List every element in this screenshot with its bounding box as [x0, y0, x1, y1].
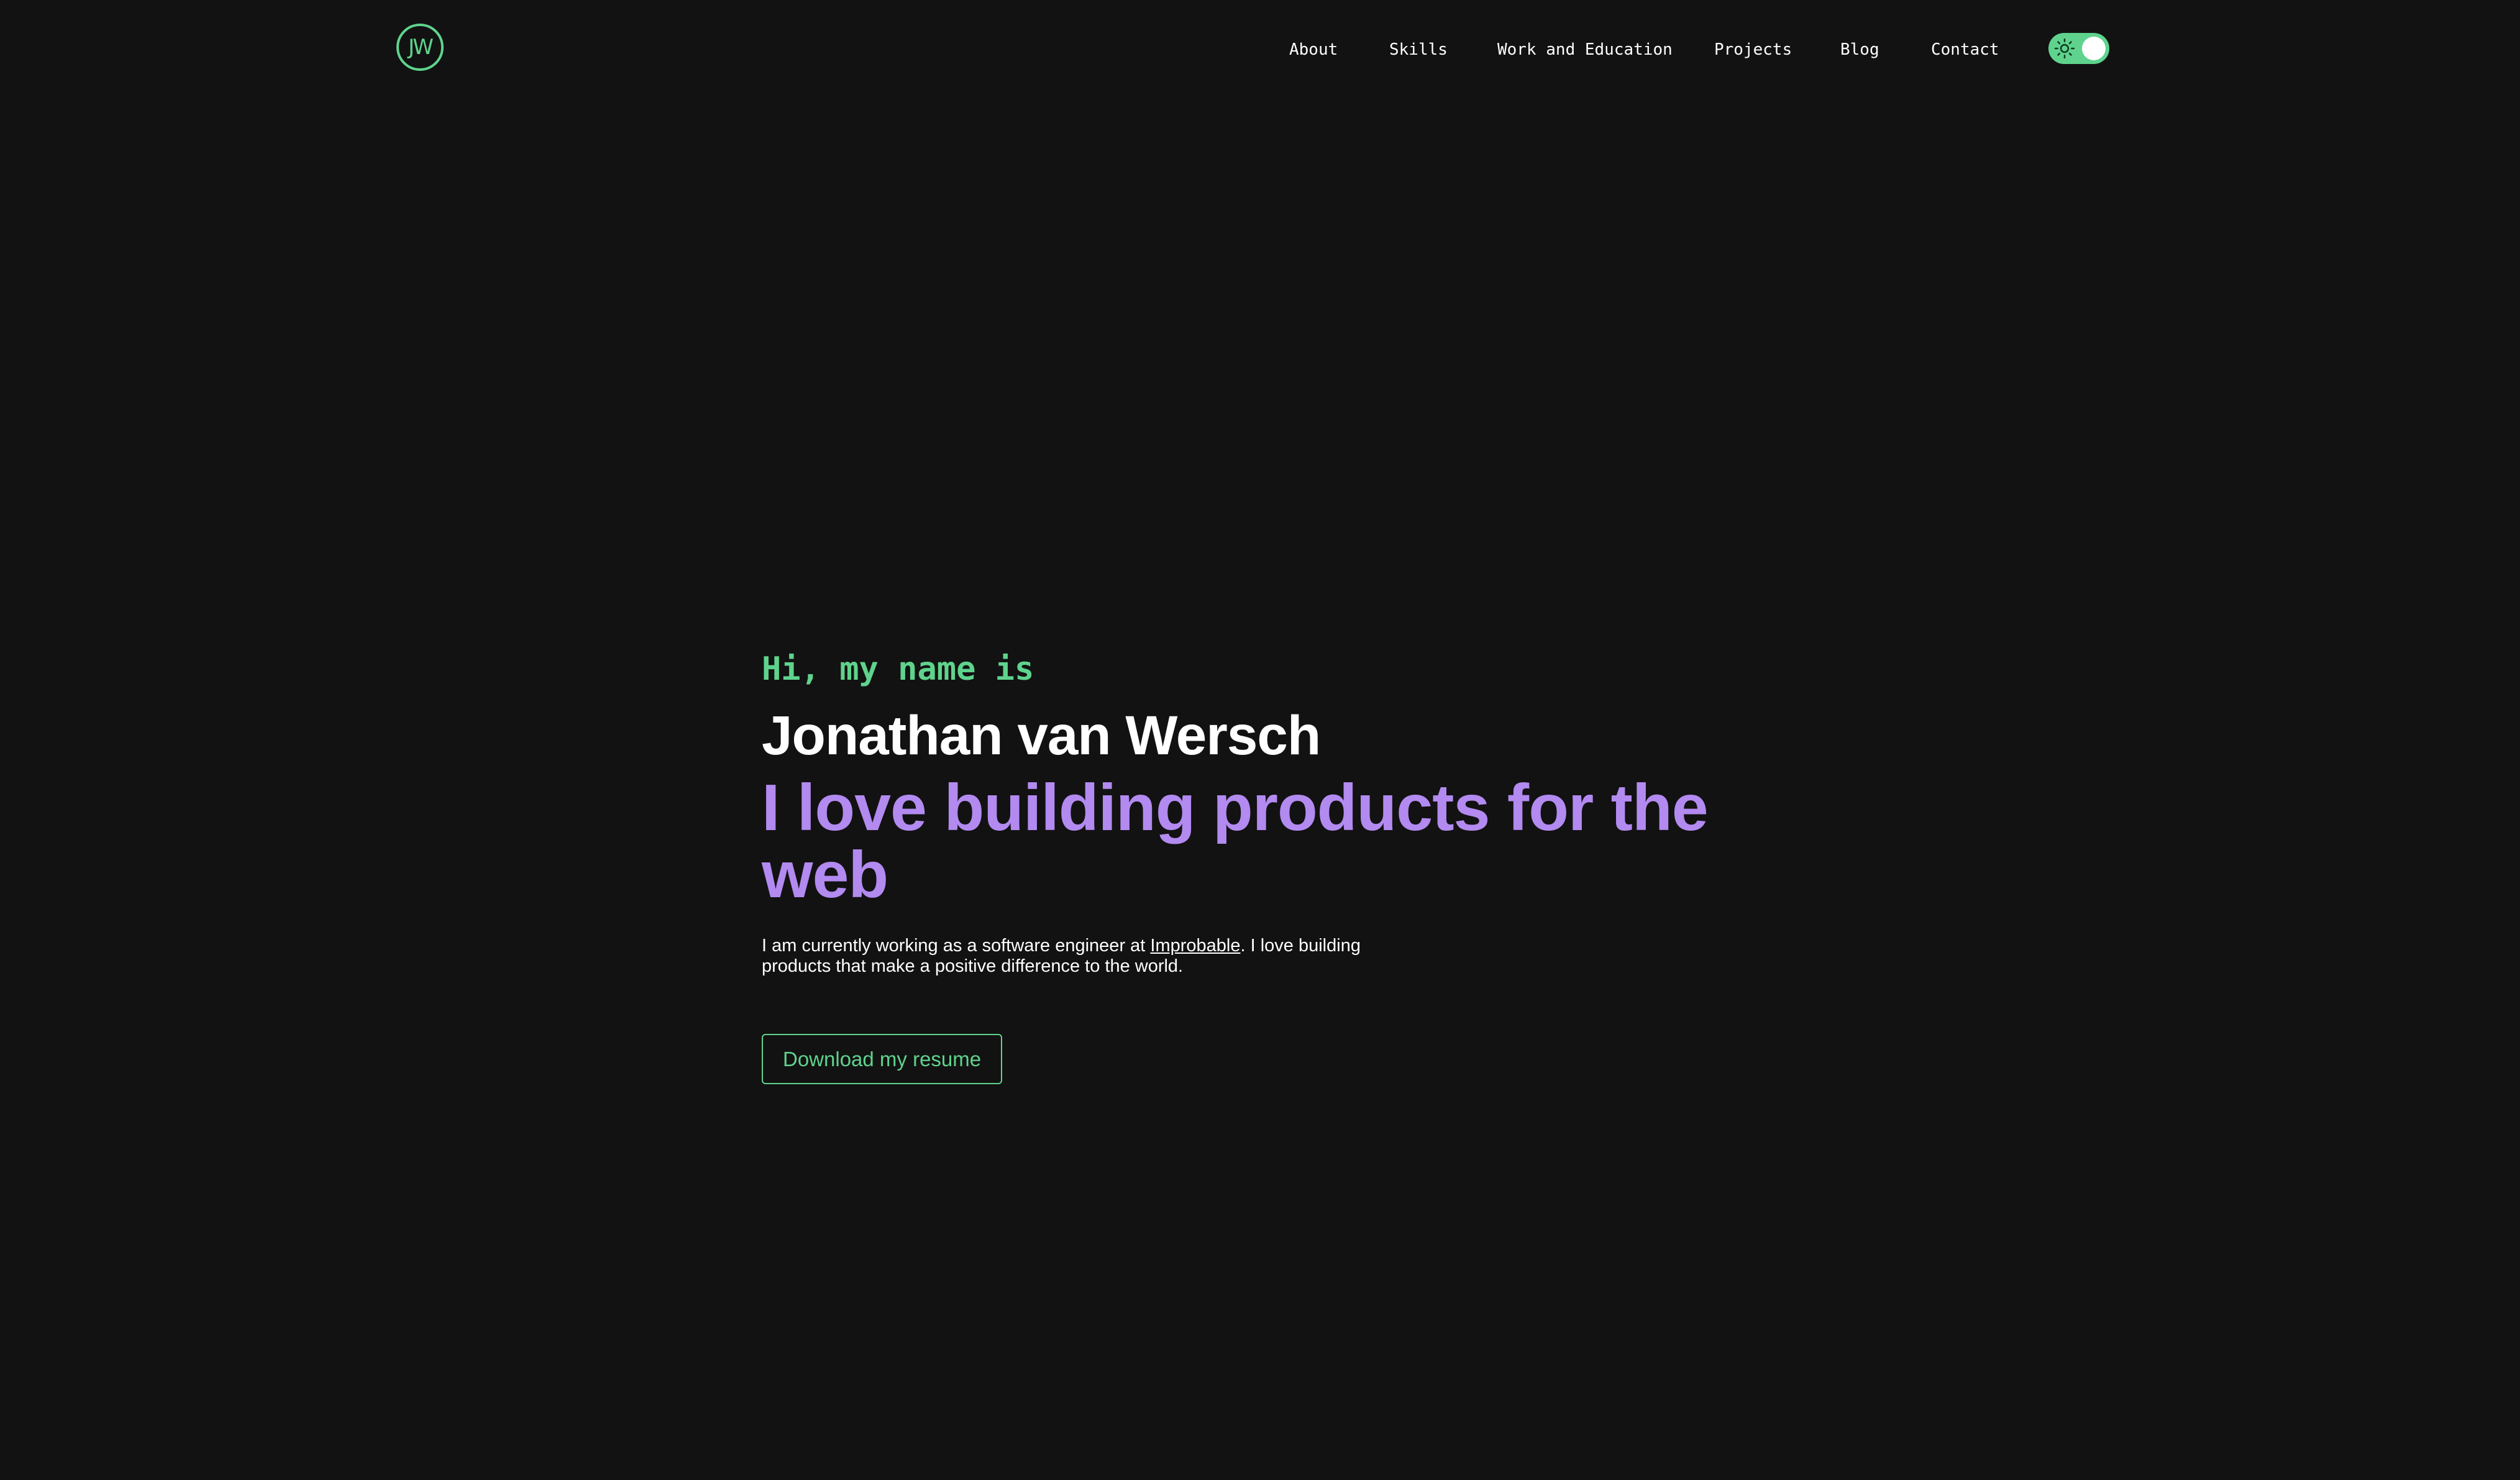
- hero-section: Hi, my name is Jonathan van Wersch I lov…: [762, 646, 1818, 1084]
- nav-link-skills[interactable]: Skills: [1389, 37, 1448, 62]
- nav-link-work-and-education[interactable]: Work and Education: [1497, 37, 1673, 62]
- hero-tagline: I love building products for the web: [762, 771, 1709, 911]
- bio-text-start: I am currently working as a software eng…: [762, 936, 1151, 956]
- nav-link-about[interactable]: About: [1289, 37, 1338, 62]
- download-resume-button[interactable]: Download my resume: [762, 1034, 1003, 1084]
- improbable-link[interactable]: Improbable: [1150, 936, 1240, 956]
- nav-link-projects[interactable]: Projects: [1714, 37, 1792, 62]
- nav-link-blog[interactable]: Blog: [1840, 37, 1879, 62]
- hero-name: Jonathan van Wersch: [762, 704, 1321, 766]
- hero-intro: Hi, my name is: [762, 651, 1034, 688]
- theme-toggle[interactable]: [2048, 33, 2109, 64]
- nav-link-contact[interactable]: Contact: [1931, 37, 1999, 62]
- toggle-knob: [2082, 37, 2106, 60]
- main-nav: About Skills Work and Education Projects…: [0, 37, 2520, 62]
- hero-bio: I am currently working as a software eng…: [762, 936, 1389, 977]
- sun-icon: [2054, 38, 2075, 59]
